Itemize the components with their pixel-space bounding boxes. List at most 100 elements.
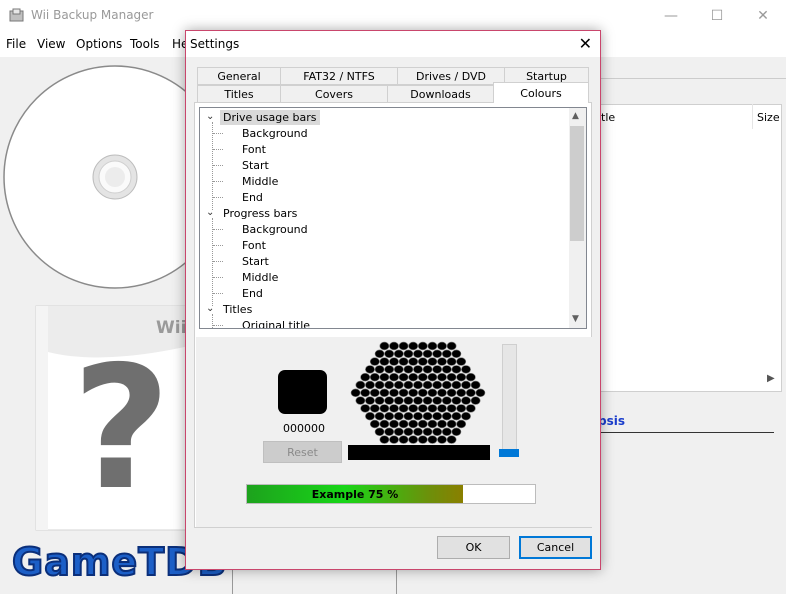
colour-cell[interactable]: [446, 419, 457, 429]
colour-cell[interactable]: [374, 427, 385, 437]
close-button[interactable]: ✕: [740, 0, 786, 31]
reset-button[interactable]: Reset: [263, 441, 342, 463]
tab-covers[interactable]: Covers: [280, 85, 388, 103]
colour-cell[interactable]: [427, 404, 438, 413]
colour-cell[interactable]: [398, 404, 409, 413]
tree-item-end[interactable]: End: [242, 190, 263, 205]
colour-cell[interactable]: [379, 419, 390, 429]
colour-cell[interactable]: [408, 435, 419, 444]
tab-fat32-ntfs[interactable]: FAT32 / NTFS: [280, 67, 398, 85]
colour-cell[interactable]: [422, 349, 433, 358]
colour-cell[interactable]: [427, 341, 438, 351]
brightness-bar[interactable]: [348, 445, 490, 460]
colour-cell[interactable]: [470, 380, 481, 390]
maximize-button[interactable]: ☐: [694, 0, 740, 31]
colour-cell[interactable]: [441, 349, 452, 358]
colour-cell[interactable]: [408, 388, 419, 397]
tree-item-background[interactable]: Background: [242, 126, 308, 141]
tab-colours[interactable]: Colours: [493, 82, 589, 103]
colour-cell[interactable]: [398, 357, 409, 366]
colour-cell[interactable]: [417, 404, 428, 413]
colour-cell[interactable]: [456, 419, 467, 429]
colour-cell[interactable]: [398, 419, 409, 429]
vertical-slider[interactable]: [502, 344, 517, 456]
colour-cell[interactable]: [403, 396, 414, 405]
colour-cell[interactable]: [451, 349, 462, 358]
colour-cell[interactable]: [461, 411, 471, 421]
colour-cell[interactable]: [384, 365, 395, 374]
colour-cell[interactable]: [422, 411, 433, 421]
colour-cell[interactable]: [398, 388, 409, 397]
tree-scrollbar[interactable]: ▲ ▼: [569, 108, 586, 328]
colour-cell[interactable]: [403, 349, 414, 358]
colour-cell[interactable]: [470, 396, 481, 405]
colour-cell[interactable]: [417, 341, 428, 351]
colour-cell[interactable]: [427, 357, 438, 366]
colour-cell[interactable]: [408, 372, 419, 382]
colour-swatch[interactable]: [278, 370, 327, 414]
colour-cell[interactable]: [432, 380, 443, 390]
colour-cell[interactable]: [456, 372, 467, 382]
dialog-close-icon[interactable]: ✕: [579, 34, 592, 53]
colour-cell[interactable]: [365, 411, 375, 421]
scroll-thumb[interactable]: [570, 126, 584, 241]
vertical-slider-thumb[interactable]: [499, 449, 519, 457]
colour-cell[interactable]: [355, 380, 366, 390]
colour-cell[interactable]: [374, 349, 385, 358]
colour-cell[interactable]: [456, 388, 467, 397]
colour-cell[interactable]: [369, 372, 380, 382]
tree-item-font[interactable]: Font: [242, 142, 266, 157]
colour-cell[interactable]: [441, 365, 452, 374]
colour-cell[interactable]: [446, 404, 457, 413]
colour-cell[interactable]: [446, 435, 457, 444]
colour-cell[interactable]: [422, 380, 433, 390]
tree-item-start[interactable]: Start: [242, 158, 269, 173]
colour-cell[interactable]: [427, 435, 438, 444]
colour-cell[interactable]: [360, 372, 371, 382]
colour-cell[interactable]: [422, 427, 433, 437]
colour-cell[interactable]: [379, 404, 390, 413]
colour-cell[interactable]: [389, 357, 399, 366]
colour-cell[interactable]: [389, 341, 399, 351]
colour-cell[interactable]: [369, 404, 380, 413]
colour-cell[interactable]: [427, 419, 438, 429]
ok-button[interactable]: OK: [437, 536, 510, 559]
colour-cell[interactable]: [413, 396, 423, 405]
colour-cell[interactable]: [403, 427, 414, 437]
colour-cell[interactable]: [437, 419, 447, 429]
colour-cell[interactable]: [417, 419, 428, 429]
colour-cell[interactable]: [360, 388, 371, 397]
tree-item-middle[interactable]: Middle: [242, 174, 278, 189]
colour-cell[interactable]: [451, 396, 462, 405]
colour-cell[interactable]: [398, 372, 409, 382]
colour-cell[interactable]: [465, 388, 476, 397]
colour-cell[interactable]: [389, 419, 399, 429]
colour-cell[interactable]: [413, 427, 423, 437]
colour-cell[interactable]: [379, 388, 390, 397]
colour-cell[interactable]: [389, 435, 399, 444]
colour-cell[interactable]: [393, 411, 404, 421]
column-header-size[interactable]: Size: [757, 111, 780, 124]
colour-cell[interactable]: [408, 404, 419, 413]
colour-cell[interactable]: [379, 372, 390, 382]
colour-cell[interactable]: [441, 427, 452, 437]
colour-cell[interactable]: [451, 380, 462, 390]
colour-cell[interactable]: [365, 396, 375, 405]
colour-cell[interactable]: [437, 388, 447, 397]
colour-cell[interactable]: [451, 411, 462, 421]
colour-cell[interactable]: [379, 435, 390, 444]
colour-cell[interactable]: [451, 365, 462, 374]
colour-cell[interactable]: [379, 341, 390, 351]
colour-cell[interactable]: [461, 396, 471, 405]
tree-item-drive-usage-bars[interactable]: Drive usage bars: [220, 110, 320, 125]
menu-file[interactable]: File: [6, 37, 26, 51]
colour-cell[interactable]: [437, 372, 447, 382]
tree-item-background[interactable]: Background: [242, 222, 308, 237]
menu-options[interactable]: Options: [76, 37, 122, 51]
colour-cell[interactable]: [384, 411, 395, 421]
cancel-button[interactable]: Cancel: [519, 536, 592, 559]
colour-cell[interactable]: [398, 435, 409, 444]
colour-cell[interactable]: [408, 357, 419, 366]
colour-cell[interactable]: [446, 388, 457, 397]
colour-cell[interactable]: [446, 372, 457, 382]
